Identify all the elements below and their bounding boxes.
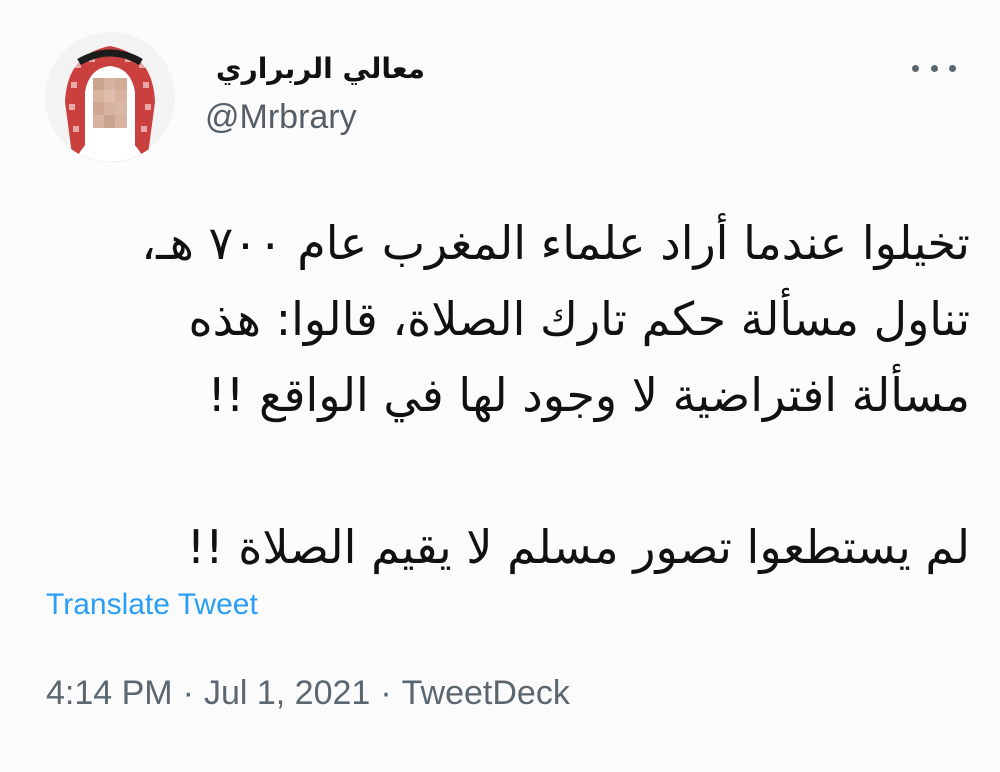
tweet-source[interactable]: TweetDeck [402, 674, 570, 712]
tweet-card: معالي الربراري @Mrbrary تخيلوا عندما أرا… [0, 0, 1000, 772]
author-handle[interactable]: @Mrbrary [205, 98, 357, 137]
tweet-date[interactable]: Jul 1, 2021 [204, 674, 370, 712]
tweet-line: مسألة افتراضية لا وجود لها في الواقع !! [207, 368, 970, 422]
translate-tweet-link[interactable]: Translate Tweet [46, 588, 258, 622]
meta-separator: · [380, 674, 392, 712]
more-horizontal-icon[interactable] [912, 58, 956, 78]
avatar[interactable] [45, 32, 175, 162]
tweet-text: تخيلوا عندما أراد علماء المغرب عام ٧٠٠ ه… [30, 205, 970, 585]
avatar-image [45, 32, 175, 162]
author-display-name[interactable]: معالي الربراري [205, 52, 425, 85]
tweet-time[interactable]: 4:14 PM [46, 674, 173, 712]
tweet-line: تخيلوا عندما أراد علماء المغرب عام ٧٠٠ ه… [141, 216, 970, 270]
more-dot [949, 64, 956, 72]
more-dot [930, 64, 938, 72]
tweet-line: تناول مسألة حكم تارك الصلاة، قالوا: هذه [188, 292, 970, 346]
meta-separator: · [182, 674, 194, 712]
more-dot [912, 64, 919, 72]
tweet-line: لم يستطعوا تصور مسلم لا يقيم الصلاة !! [186, 520, 970, 574]
tweet-meta: 4:14 PM · Jul 1, 2021 · TweetDeck [46, 674, 570, 713]
